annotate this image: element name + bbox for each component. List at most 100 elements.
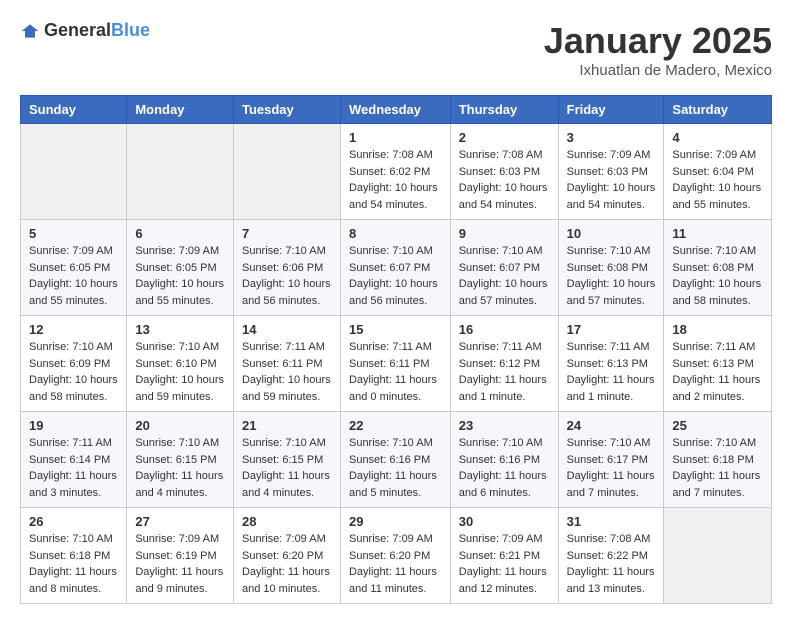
day-cell: 9 Sunrise: 7:10 AM Sunset: 6:07 PM Daylig… [450, 220, 558, 316]
day-cell: 24Sunrise: 7:10 AM Sunset: 6:17 PM Dayli… [558, 412, 664, 508]
day-info: Sunrise: 7:09 AM Sunset: 6:05 PM Dayligh… [29, 243, 118, 309]
week-row-4: 19 Sunrise: 7:11 AM Sunset: 6:14 PM Dayli… [21, 412, 772, 508]
day-cell: 13 Sunrise: 7:10 AM Sunset: 6:10 PM Dayli… [127, 316, 234, 412]
day-cell: 7Sunrise: 7:10 AM Sunset: 6:06 PM Daylig… [233, 220, 340, 316]
day-info: Sunrise: 7:11 AM Sunset: 6:12 PM Dayligh… [459, 339, 550, 405]
weekday-header-monday: Monday [127, 96, 234, 124]
day-info: Sunrise: 7:09 AM Sunset: 6:20 PM Dayligh… [242, 531, 332, 597]
day-number: 4 [672, 130, 763, 145]
day-number: 16 [459, 322, 550, 337]
weekday-header-thursday: Thursday [450, 96, 558, 124]
weekday-header-sunday: Sunday [21, 96, 127, 124]
day-info: Sunrise: 7:10 AM Sunset: 6:07 PM Dayligh… [459, 243, 550, 309]
day-cell: 22Sunrise: 7:10 AM Sunset: 6:16 PM Dayli… [340, 412, 450, 508]
day-cell: 15 Sunrise: 7:11 AM Sunset: 6:11 PM Dayli… [340, 316, 450, 412]
day-number: 19 [29, 418, 118, 433]
day-info: Sunrise: 7:09 AM Sunset: 6:03 PM Dayligh… [567, 147, 656, 213]
day-info: Sunrise: 7:08 AM Sunset: 6:02 PM Dayligh… [349, 147, 442, 213]
day-number: 15 [349, 322, 442, 337]
day-number: 13 [135, 322, 225, 337]
day-info: Sunrise: 7:10 AM Sunset: 6:18 PM Dayligh… [29, 531, 118, 597]
day-number: 2 [459, 130, 550, 145]
logo: GeneralBlue [20, 20, 150, 41]
day-info: Sunrise: 7:10 AM Sunset: 6:18 PM Dayligh… [672, 435, 763, 501]
day-info: Sunrise: 7:10 AM Sunset: 6:17 PM Dayligh… [567, 435, 656, 501]
day-number: 1 [349, 130, 442, 145]
day-cell: 18Sunrise: 7:11 AM Sunset: 6:13 PM Dayli… [664, 316, 772, 412]
day-info: Sunrise: 7:10 AM Sunset: 6:15 PM Dayligh… [135, 435, 225, 501]
day-cell: 5 Sunrise: 7:09 AM Sunset: 6:05 PM Daylig… [21, 220, 127, 316]
day-cell: 3Sunrise: 7:09 AM Sunset: 6:03 PM Daylig… [558, 124, 664, 220]
day-number: 17 [567, 322, 656, 337]
day-number: 8 [349, 226, 442, 241]
location: Ixhuatlan de Madero, Mexico [544, 62, 772, 79]
day-cell [664, 508, 772, 604]
day-cell [127, 124, 234, 220]
day-number: 11 [672, 226, 763, 241]
day-cell: 14 Sunrise: 7:11 AM Sunset: 6:11 PM Dayli… [233, 316, 340, 412]
day-cell: 17Sunrise: 7:11 AM Sunset: 6:13 PM Dayli… [558, 316, 664, 412]
day-cell: 21Sunrise: 7:10 AM Sunset: 6:15 PM Dayli… [233, 412, 340, 508]
day-number: 21 [242, 418, 332, 433]
day-cell: 28 Sunrise: 7:09 AM Sunset: 6:20 PM Dayli… [233, 508, 340, 604]
day-cell: 11 Sunrise: 7:10 AM Sunset: 6:08 PM Dayli… [664, 220, 772, 316]
page-header: GeneralBlue January 2025 Ixhuatlan de Ma… [20, 20, 772, 79]
day-info: Sunrise: 7:08 AM Sunset: 6:03 PM Dayligh… [459, 147, 550, 213]
day-cell: 29Sunrise: 7:09 AM Sunset: 6:20 PM Dayli… [340, 508, 450, 604]
day-number: 23 [459, 418, 550, 433]
day-cell [233, 124, 340, 220]
day-number: 31 [567, 514, 656, 529]
day-info: Sunrise: 7:09 AM Sunset: 6:19 PM Dayligh… [135, 531, 225, 597]
day-cell: 27 Sunrise: 7:09 AM Sunset: 6:19 PM Dayli… [127, 508, 234, 604]
day-info: Sunrise: 7:11 AM Sunset: 6:13 PM Dayligh… [672, 339, 763, 405]
day-number: 14 [242, 322, 332, 337]
day-cell: 20Sunrise: 7:10 AM Sunset: 6:15 PM Dayli… [127, 412, 234, 508]
day-cell: 31 Sunrise: 7:08 AM Sunset: 6:22 PM Dayli… [558, 508, 664, 604]
day-cell: 19 Sunrise: 7:11 AM Sunset: 6:14 PM Dayli… [21, 412, 127, 508]
day-info: Sunrise: 7:09 AM Sunset: 6:05 PM Dayligh… [135, 243, 225, 309]
day-cell: 4 Sunrise: 7:09 AM Sunset: 6:04 PM Daylig… [664, 124, 772, 220]
day-number: 28 [242, 514, 332, 529]
week-row-1: 1 Sunrise: 7:08 AM Sunset: 6:02 PM Daylig… [21, 124, 772, 220]
day-info: Sunrise: 7:10 AM Sunset: 6:10 PM Dayligh… [135, 339, 225, 405]
day-cell: 8 Sunrise: 7:10 AM Sunset: 6:07 PM Daylig… [340, 220, 450, 316]
day-number: 7 [242, 226, 332, 241]
day-info: Sunrise: 7:10 AM Sunset: 6:08 PM Dayligh… [567, 243, 656, 309]
day-cell: 25 Sunrise: 7:10 AM Sunset: 6:18 PM Dayli… [664, 412, 772, 508]
day-cell: 23Sunrise: 7:10 AM Sunset: 6:16 PM Dayli… [450, 412, 558, 508]
weekday-header-friday: Friday [558, 96, 664, 124]
logo-general: General [44, 20, 111, 40]
day-cell: 10 Sunrise: 7:10 AM Sunset: 6:08 PM Dayli… [558, 220, 664, 316]
day-number: 5 [29, 226, 118, 241]
day-cell: 1 Sunrise: 7:08 AM Sunset: 6:02 PM Daylig… [340, 124, 450, 220]
day-info: Sunrise: 7:08 AM Sunset: 6:22 PM Dayligh… [567, 531, 656, 597]
day-number: 30 [459, 514, 550, 529]
day-info: Sunrise: 7:10 AM Sunset: 6:09 PM Dayligh… [29, 339, 118, 405]
day-info: Sunrise: 7:11 AM Sunset: 6:14 PM Dayligh… [29, 435, 118, 501]
day-info: Sunrise: 7:09 AM Sunset: 6:21 PM Dayligh… [459, 531, 550, 597]
day-cell: 6Sunrise: 7:09 AM Sunset: 6:05 PM Daylig… [127, 220, 234, 316]
day-info: Sunrise: 7:10 AM Sunset: 6:16 PM Dayligh… [349, 435, 442, 501]
day-number: 10 [567, 226, 656, 241]
day-info: Sunrise: 7:11 AM Sunset: 6:11 PM Dayligh… [242, 339, 332, 405]
day-info: Sunrise: 7:10 AM Sunset: 6:08 PM Dayligh… [672, 243, 763, 309]
day-info: Sunrise: 7:11 AM Sunset: 6:11 PM Dayligh… [349, 339, 442, 405]
calendar: SundayMondayTuesdayWednesdayThursdayFrid… [20, 95, 772, 604]
weekday-header-tuesday: Tuesday [233, 96, 340, 124]
title-block: January 2025 Ixhuatlan de Madero, Mexico [544, 20, 772, 79]
week-row-2: 5 Sunrise: 7:09 AM Sunset: 6:05 PM Daylig… [21, 220, 772, 316]
day-cell: 2 Sunrise: 7:08 AM Sunset: 6:03 PM Daylig… [450, 124, 558, 220]
day-number: 26 [29, 514, 118, 529]
day-cell: 12Sunrise: 7:10 AM Sunset: 6:09 PM Dayli… [21, 316, 127, 412]
month-title: January 2025 [544, 20, 772, 62]
weekday-header-wednesday: Wednesday [340, 96, 450, 124]
day-number: 25 [672, 418, 763, 433]
day-info: Sunrise: 7:10 AM Sunset: 6:07 PM Dayligh… [349, 243, 442, 309]
day-cell: 16 Sunrise: 7:11 AM Sunset: 6:12 PM Dayli… [450, 316, 558, 412]
day-number: 29 [349, 514, 442, 529]
day-cell: 30 Sunrise: 7:09 AM Sunset: 6:21 PM Dayli… [450, 508, 558, 604]
day-number: 27 [135, 514, 225, 529]
day-info: Sunrise: 7:09 AM Sunset: 6:04 PM Dayligh… [672, 147, 763, 213]
day-cell: 26 Sunrise: 7:10 AM Sunset: 6:18 PM Dayli… [21, 508, 127, 604]
day-number: 9 [459, 226, 550, 241]
